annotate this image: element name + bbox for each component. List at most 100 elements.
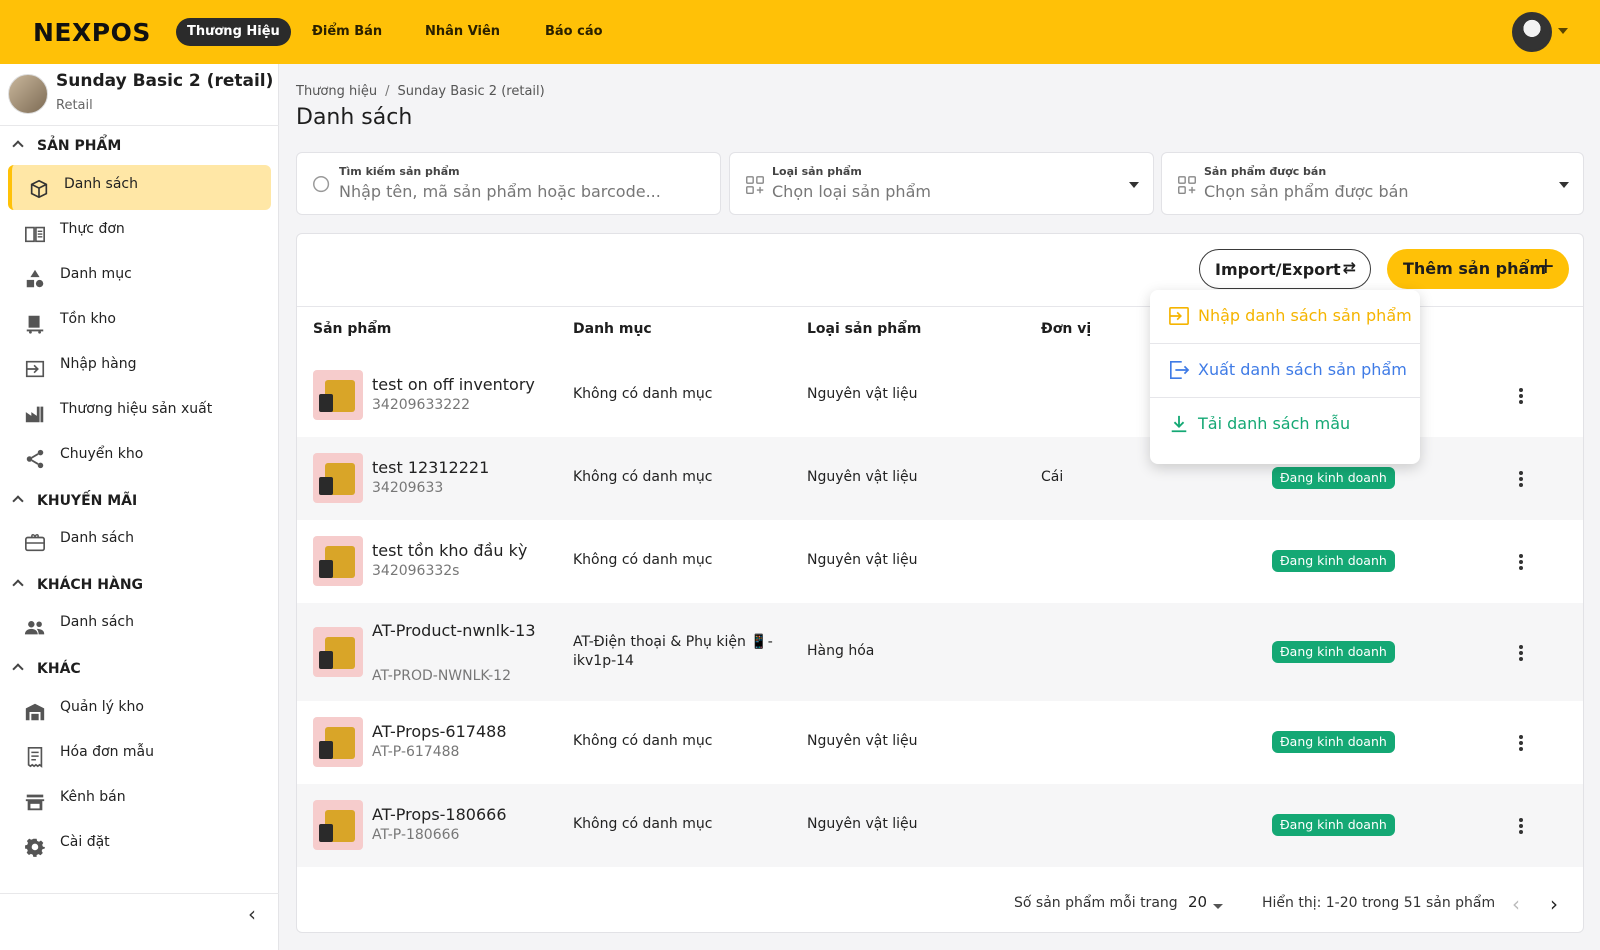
sidebar-item-ton-kho[interactable]: Tồn kho <box>8 300 271 345</box>
import-export-menu: Nhập danh sách sản phẩm Xuất danh sách s… <box>1150 290 1420 464</box>
gear-icon <box>25 838 45 857</box>
sold-product-select[interactable]: Sản phẩm được bán Chọn sản phẩm được bán <box>1161 152 1584 215</box>
section-san-pham[interactable]: SẢN PHẨM <box>0 132 279 160</box>
chevron-down-icon[interactable] <box>1559 182 1569 188</box>
warehouse-icon <box>25 703 45 721</box>
sidebar-item-khach-hang-danh-sach[interactable]: Danh sách <box>8 603 271 648</box>
section-khuyen-mai[interactable]: KHUYẾN MÃI <box>0 487 279 515</box>
user-avatar-icon[interactable] <box>1512 12 1552 52</box>
product-type-value[interactable]: Chọn loại sản phẩm <box>772 182 931 201</box>
column-header-don-vi: Đơn vị <box>1041 321 1092 337</box>
inventory-icon <box>26 315 44 334</box>
collapse-sidebar-icon[interactable]: ‹ <box>240 899 264 929</box>
chevron-up-icon <box>12 140 24 152</box>
store-icon <box>25 794 45 811</box>
search-field[interactable]: Tìm kiếm sản phẩm Nhập tên, mã sản phẩm … <box>296 152 721 215</box>
menu-item-export[interactable]: Xuất danh sách sản phẩm <box>1150 344 1420 397</box>
divider <box>0 125 279 126</box>
menu-item-import[interactable]: Nhập danh sách sản phẩm <box>1150 290 1420 343</box>
add-product-button[interactable]: Thêm sản phẩm + <box>1387 249 1569 289</box>
sidebar-item-cai-dat[interactable]: Cài đặt <box>8 823 271 868</box>
product-type-select[interactable]: Loại sản phẩm Chọn loại sản phẩm <box>729 152 1154 215</box>
sold-product-value[interactable]: Chọn sản phẩm được bán <box>1204 182 1409 201</box>
sidebar-item-khuyen-mai-danh-sach[interactable]: Danh sách <box>8 519 271 564</box>
product-name[interactable]: test 12312221 <box>372 458 489 477</box>
receipt-icon <box>27 747 43 768</box>
more-vert-icon[interactable] <box>1515 733 1527 753</box>
brand-name[interactable]: Sunday Basic 2 (retail) <box>56 71 273 91</box>
table-row[interactable]: AT-Props-617488 AT-P-617488 Không có dan… <box>297 701 1583 784</box>
search-input[interactable]: Nhập tên, mã sản phẩm hoặc barcode... <box>339 182 661 201</box>
sidebar-item-kenh-ban[interactable]: Kênh bán <box>8 778 271 823</box>
status-badge: Đang kinh doanh <box>1272 641 1395 663</box>
import-export-button[interactable]: Import/Export ⇄ <box>1199 249 1371 289</box>
sidebar-item-danh-muc[interactable]: Danh mục <box>8 255 271 300</box>
sidebar-item-thuc-don[interactable]: Thực đơn <box>8 210 271 255</box>
menu-item-label: Tải danh sách mẫu <box>1198 414 1351 433</box>
per-page-select[interactable]: 20 <box>1188 893 1207 911</box>
sidebar-item-hoa-don-mau[interactable]: Hóa đơn mẫu <box>8 733 271 778</box>
table-row[interactable]: test tồn kho đầu kỳ 342096332s Không có … <box>297 520 1583 603</box>
more-vert-icon[interactable] <box>1515 552 1527 572</box>
section-khach-hang[interactable]: KHÁCH HÀNG <box>0 571 279 599</box>
sidebar-item-nhap-hang[interactable]: Nhập hàng <box>8 345 271 390</box>
breadcrumb-thuong-hieu[interactable]: Thương hiệu <box>296 84 377 99</box>
menu-item-download-template[interactable]: Tải danh sách mẫu <box>1150 398 1420 451</box>
product-type: Nguyên vật liệu <box>807 816 918 832</box>
more-vert-icon[interactable] <box>1515 386 1527 406</box>
product-name[interactable]: AT-Props-180666 <box>372 805 507 824</box>
menu-item-label: Xuất danh sách sản phẩm <box>1198 360 1407 379</box>
product-category: Không có danh mục <box>573 733 713 749</box>
sidebar-item-quan-ly-kho[interactable]: Quản lý kho <box>8 688 271 733</box>
product-code: 34209633 <box>372 480 444 496</box>
product-name[interactable]: test tồn kho đầu kỳ <box>372 541 527 560</box>
product-name[interactable]: AT-Props-617488 <box>372 722 507 741</box>
more-vert-icon[interactable] <box>1515 643 1527 663</box>
breadcrumb-brand[interactable]: Sunday Basic 2 (retail) <box>397 84 544 99</box>
sidebar-item-chuyen-kho[interactable]: Chuyển kho <box>8 435 271 480</box>
sidebar-item-label: Chuyển kho <box>60 446 144 462</box>
chevron-down-icon[interactable] <box>1129 182 1139 188</box>
nav-bao-cao[interactable]: Báo cáo <box>534 18 614 46</box>
gift-card-icon <box>25 534 45 552</box>
cube-icon <box>30 179 48 199</box>
product-name[interactable]: test on off inventory <box>372 375 535 394</box>
sidebar-item-label: Thương hiệu sản xuất <box>60 401 213 417</box>
section-khac[interactable]: KHÁC <box>0 655 279 683</box>
product-type: Nguyên vật liệu <box>807 733 918 749</box>
plus-icon: + <box>1536 254 1555 279</box>
sidebar-item-label: Hóa đơn mẫu <box>60 744 154 760</box>
more-vert-icon[interactable] <box>1515 816 1527 836</box>
status-badge: Đang kinh doanh <box>1272 731 1395 753</box>
product-image <box>313 800 363 850</box>
chevron-up-icon <box>12 495 24 507</box>
chevron-left-icon[interactable]: ‹ <box>1512 892 1520 916</box>
product-type: Nguyên vật liệu <box>807 469 918 485</box>
category-grid-icon <box>746 176 764 194</box>
nav-diem-ban[interactable]: Điểm Bán <box>301 18 393 46</box>
product-code: AT-P-180666 <box>372 827 460 843</box>
add-product-label: Thêm sản phẩm <box>1403 259 1546 278</box>
chevron-down-icon[interactable] <box>1213 904 1223 909</box>
page-title: Danh sách <box>296 105 413 130</box>
product-code: AT-PROD-NWNLK-12 <box>372 668 511 684</box>
table-row[interactable]: AT-Props-180666 AT-P-180666 Không có dan… <box>297 784 1583 867</box>
brand-type: Retail <box>56 98 93 113</box>
table-row[interactable]: AT-Product-nwnlk-13 AT-PROD-NWNLK-12 AT-… <box>297 603 1583 701</box>
nav-nhan-vien[interactable]: Nhân Viên <box>414 18 511 46</box>
more-vert-icon[interactable] <box>1515 469 1527 489</box>
sidebar-item-thuong-hieu-san-xuat[interactable]: Thương hiệu sản xuất <box>8 390 271 435</box>
chevron-up-icon <box>12 579 24 591</box>
menu-book-icon <box>25 226 45 243</box>
sidebar-item-danh-sach[interactable]: Danh sách <box>8 165 271 210</box>
chevron-right-icon[interactable]: › <box>1550 892 1558 916</box>
sidebar-item-label: Tồn kho <box>60 311 116 327</box>
logo[interactable]: NEXPOS <box>33 18 151 47</box>
sold-product-label: Sản phẩm được bán <box>1204 165 1327 178</box>
chevron-down-icon[interactable] <box>1558 28 1568 34</box>
sidebar-item-label: Quản lý kho <box>60 699 144 715</box>
nav-thuong-hieu[interactable]: Thương Hiệu <box>176 18 291 46</box>
product-code: AT-P-617488 <box>372 744 460 760</box>
product-name[interactable]: AT-Product-nwnlk-13 <box>372 619 547 643</box>
column-header-danh-muc: Danh mục <box>573 321 652 337</box>
